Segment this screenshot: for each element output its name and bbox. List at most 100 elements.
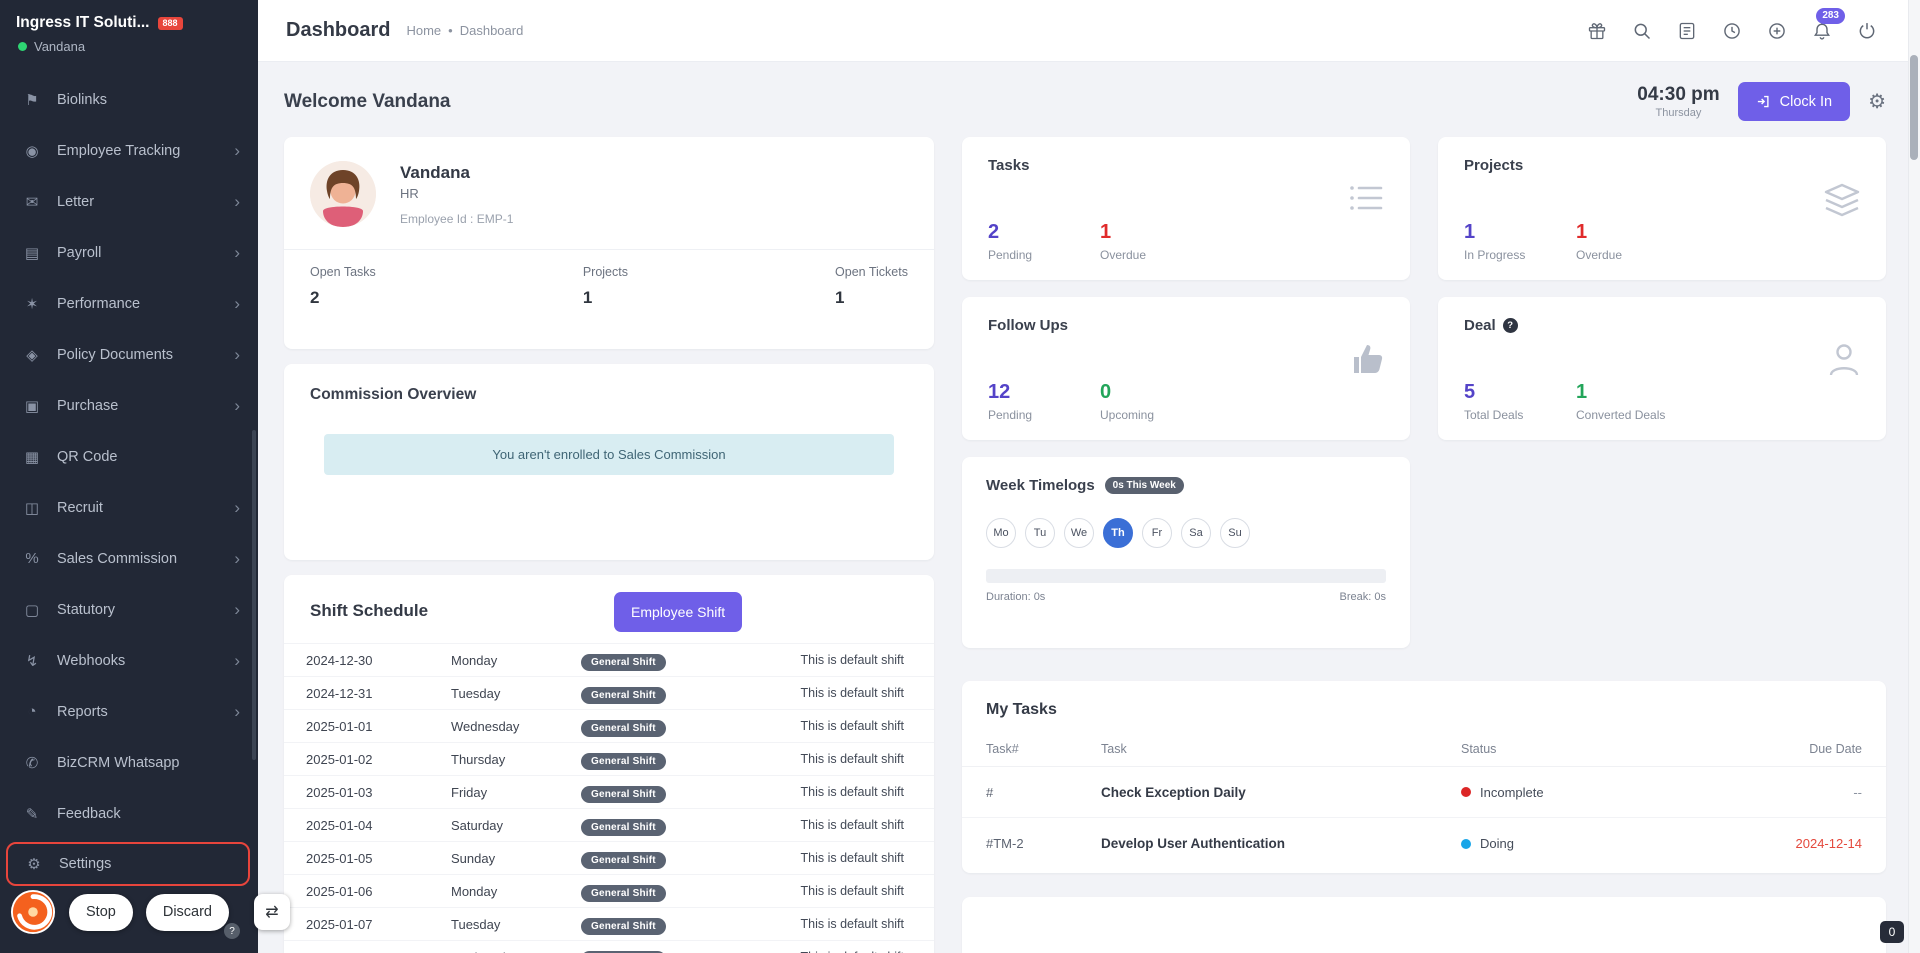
sidebar-item-purchase[interactable]: ▣ Purchase › xyxy=(0,380,258,431)
stat-label: Open Tickets xyxy=(835,265,908,279)
sidebar-item-letter[interactable]: ✉ Letter › xyxy=(0,176,258,227)
chevron-right-icon: › xyxy=(234,397,240,414)
task-id: #TM-2 xyxy=(986,836,1101,851)
shift-row: 2025-01-05 Sunday General Shift This is … xyxy=(284,842,934,875)
stat-label: Open Tasks xyxy=(310,265,376,279)
dashboard-settings-gear-icon[interactable]: ⚙ xyxy=(1868,89,1886,114)
day-label: Thursday xyxy=(1637,107,1719,119)
shift-note: This is default shift xyxy=(799,851,904,865)
person-icon xyxy=(1828,343,1860,382)
table-row[interactable]: # Check Exception Daily Incomplete -- xyxy=(962,767,1886,818)
sidebar-item-bizcrm-whatsapp[interactable]: ✆ BizCRM Whatsapp xyxy=(0,737,258,788)
sidebar-item-label: Purchase xyxy=(57,398,234,414)
commission-overview-card: Commission Overview You aren't enrolled … xyxy=(284,364,934,560)
sidebar-item-statutory[interactable]: ▢ Statutory › xyxy=(0,584,258,635)
day-pill-tu[interactable]: Tu xyxy=(1025,518,1055,548)
shift-table: 2024-12-30 Monday General Shift This is … xyxy=(284,643,934,953)
task-name[interactable]: Develop User Authentication xyxy=(1101,836,1461,851)
search-icon[interactable] xyxy=(1631,20,1653,42)
plus-circle-icon[interactable] xyxy=(1766,20,1788,42)
stat-value: 1 xyxy=(835,288,908,308)
shift-badge: General Shift xyxy=(581,851,799,866)
breadcrumb-home[interactable]: Home xyxy=(406,23,441,38)
sidebar-item-employee-tracking[interactable]: ◉ Employee Tracking › xyxy=(0,125,258,176)
sidebar-item-biolinks[interactable]: ⚑ Biolinks xyxy=(0,74,258,125)
sidebar-item-recruit[interactable]: ◫ Recruit › xyxy=(0,482,258,533)
help-badge[interactable]: ? xyxy=(224,923,240,939)
sidebar-menu: ⚑ Biolinks ◉ Employee Tracking › ✉ Lette… xyxy=(0,74,258,886)
bell-icon[interactable]: 283 xyxy=(1811,20,1833,42)
shift-date: 2025-01-01 xyxy=(306,719,451,734)
metric-value: 1 xyxy=(1464,221,1576,244)
shift-row: 2025-01-01 Wednesday General Shift This … xyxy=(284,710,934,743)
shift-day: Friday xyxy=(451,785,581,800)
metric-label: Upcoming xyxy=(1100,408,1212,422)
scrollbar-thumb[interactable] xyxy=(1910,55,1918,160)
metric-label: Total Deals xyxy=(1464,408,1576,422)
day-pill-mo[interactable]: Mo xyxy=(986,518,1016,548)
sidebar-item-feedback[interactable]: ✎ Feedback xyxy=(0,788,258,839)
metric-value: 2 xyxy=(988,221,1100,244)
sidebar-item-performance[interactable]: ✶ Performance › xyxy=(0,278,258,329)
sidebar-item-label: Performance xyxy=(57,296,234,312)
timelog-progress-bar xyxy=(986,569,1386,583)
shift-date: 2025-01-05 xyxy=(306,851,451,866)
sidebar-item-policy-documents[interactable]: ◈ Policy Documents › xyxy=(0,329,258,380)
recorder-overlay: Stop Discard ⇄ xyxy=(10,889,290,935)
sales-commission-icon: % xyxy=(20,550,44,567)
page-scrollbar[interactable] xyxy=(1908,0,1920,953)
shift-date: 2025-01-07 xyxy=(306,917,451,932)
day-pill-th[interactable]: Th xyxy=(1103,518,1133,548)
task-name[interactable]: Check Exception Daily xyxy=(1101,785,1461,800)
stat-label: Projects xyxy=(583,265,628,279)
table-row[interactable]: #TM-2 Develop User Authentication Doing … xyxy=(962,818,1886,869)
day-pill-su[interactable]: Su xyxy=(1220,518,1250,548)
column-header: Task# xyxy=(986,742,1101,756)
status-dot xyxy=(1461,787,1471,797)
sidebar-scrollbar-thumb[interactable] xyxy=(252,430,256,760)
day-pill-fr[interactable]: Fr xyxy=(1142,518,1172,548)
day-pill-sa[interactable]: Sa xyxy=(1181,518,1211,548)
clock-in-icon xyxy=(1756,94,1771,109)
metric-label: Overdue xyxy=(1100,248,1212,262)
stop-button[interactable]: Stop xyxy=(69,894,133,931)
discard-button[interactable]: Discard xyxy=(146,894,229,931)
profile-name: Vandana xyxy=(400,163,513,183)
gift-icon[interactable] xyxy=(1586,20,1608,42)
sidebar-item-webhooks[interactable]: ↯ Webhooks › xyxy=(0,635,258,686)
notification-count-badge: 283 xyxy=(1816,8,1845,24)
shift-row: 2024-12-30 Monday General Shift This is … xyxy=(284,644,934,677)
company-name[interactable]: Ingress IT Soluti... xyxy=(16,14,150,32)
sidebar-item-settings[interactable]: ⚙ Settings xyxy=(6,842,250,886)
task-due-date: -- xyxy=(1722,785,1862,800)
shift-day: Sunday xyxy=(451,851,581,866)
recorder-logo[interactable] xyxy=(10,889,56,935)
metric-value: 0 xyxy=(1100,381,1212,404)
sidebar-item-qr-code[interactable]: ▦ QR Code xyxy=(0,431,258,482)
status-label: Incomplete xyxy=(1480,785,1544,800)
metric-value: 5 xyxy=(1464,381,1576,404)
shift-badge: General Shift xyxy=(581,785,799,800)
day-pill-we[interactable]: We xyxy=(1064,518,1094,548)
commission-info-message: You aren't enrolled to Sales Commission xyxy=(324,434,894,475)
switch-arrows-button[interactable]: ⇄ xyxy=(254,894,290,930)
shift-date: 2025-01-02 xyxy=(306,752,451,767)
sidebar-item-reports[interactable]: ◔ Reports › xyxy=(0,686,258,737)
deal-summary-card: Deal ? 5 Total Deals 1 Converted Deals xyxy=(1438,297,1886,440)
sidebar-item-label: BizCRM Whatsapp xyxy=(57,755,240,771)
power-icon[interactable] xyxy=(1856,20,1878,42)
metric-value: 1 xyxy=(1100,221,1212,244)
shift-note: This is default shift xyxy=(799,752,904,766)
topbar: Dashboard Home • Dashboard 2 xyxy=(258,0,1920,62)
shift-date: 2024-12-31 xyxy=(306,686,451,701)
help-circle-icon[interactable]: ? xyxy=(1503,318,1518,333)
settings-gear-icon: ⚙ xyxy=(22,855,46,873)
chat-widget-badge[interactable]: 0 xyxy=(1880,921,1904,943)
sidebar-item-sales-commission[interactable]: % Sales Commission › xyxy=(0,533,258,584)
employee-shift-button[interactable]: Employee Shift xyxy=(614,592,742,632)
clock-icon[interactable] xyxy=(1721,20,1743,42)
notes-icon[interactable] xyxy=(1676,20,1698,42)
clock-in-button[interactable]: Clock In xyxy=(1738,82,1850,121)
sidebar-header: Ingress IT Soluti... 888 Vandana xyxy=(0,0,258,62)
sidebar-item-payroll[interactable]: ▤ Payroll › xyxy=(0,227,258,278)
